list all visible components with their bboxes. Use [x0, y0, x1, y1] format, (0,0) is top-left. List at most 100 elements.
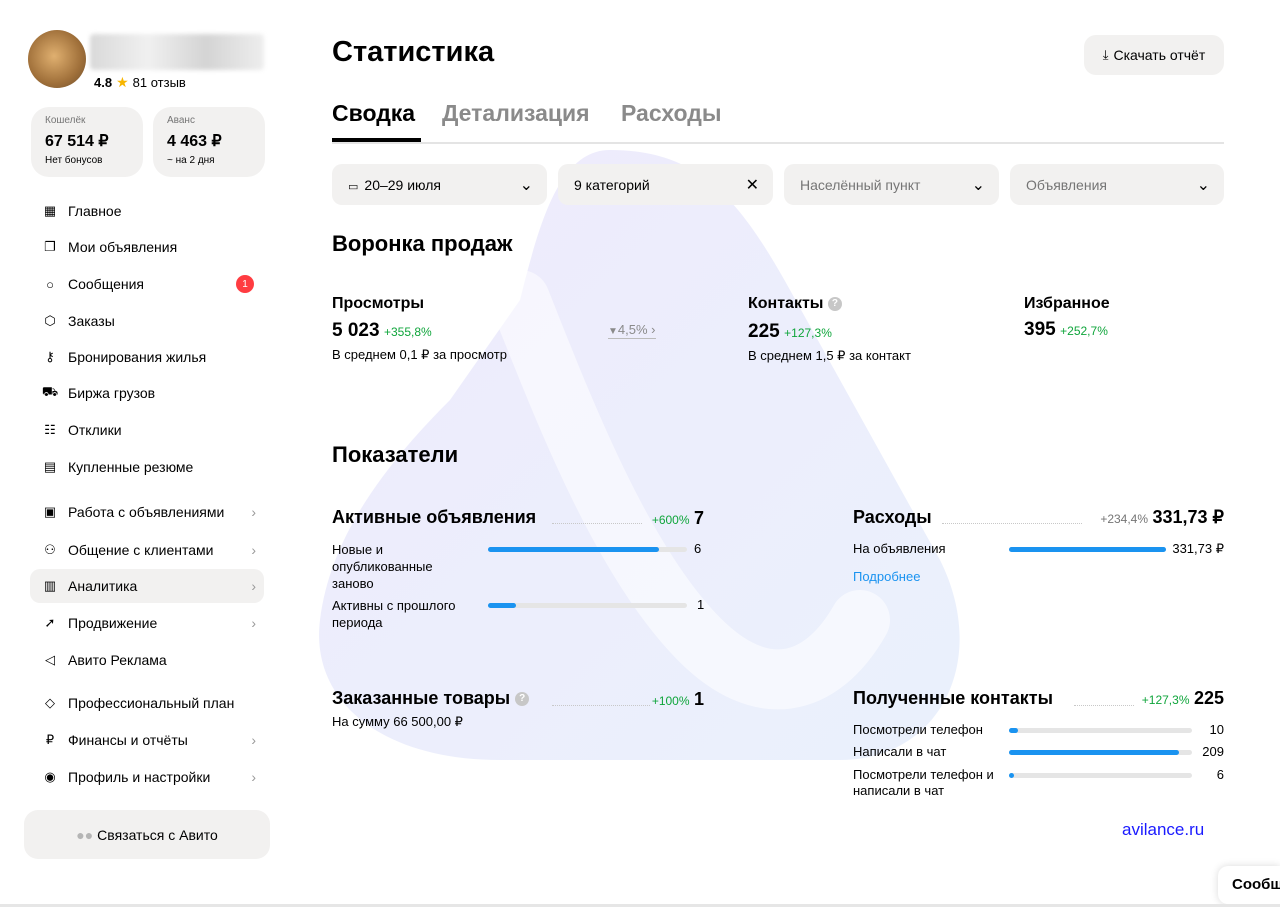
sidebar-item-orders[interactable]: ⬡ Заказы [30, 304, 264, 338]
download-report-button[interactable]: ⤓ Скачать отчёт [1084, 35, 1224, 75]
sidebar-item-profile[interactable]: ◉ Профиль и настройки › [30, 760, 264, 794]
tab-expenses[interactable]: Расходы [621, 100, 722, 127]
contact-avito-label: Связаться с Авито [97, 826, 218, 843]
calendar-icon: ▭ [348, 180, 359, 193]
dotted-leader [552, 704, 650, 706]
chevron-right-icon: › [647, 322, 656, 337]
sidebar-item-bought-resumes[interactable]: ▤ Купленные резюме [30, 450, 264, 484]
active-row-label: Активны с прошлого периода [332, 598, 456, 630]
categories-filter[interactable]: 9 категорий ✕ [558, 164, 773, 205]
active-row-value: 1 [697, 597, 705, 612]
views-change: +355,8% [384, 325, 432, 339]
received-row-value: 209 [1202, 744, 1224, 759]
sidebar-item-label: Сообщения [68, 276, 144, 292]
received-row-label: Написали в чат [853, 744, 947, 759]
messages-widget-button[interactable]: Сообщ [1218, 866, 1280, 904]
sidebar-item-label: Работа с объявлениями [68, 504, 225, 520]
tabs-bar: Сводка Детализация Расходы [332, 96, 1224, 144]
sidebar-item-label: Продвижение [68, 615, 158, 631]
listings-filter[interactable]: Объявления ⌄ [1010, 164, 1224, 205]
sidebar-item-main[interactable]: ▦ Главное [30, 194, 264, 228]
favorites-title: Избранное [1024, 295, 1110, 312]
user-circle-icon: ◉ [44, 769, 56, 784]
sidebar-item-label: Мои объявления [68, 239, 178, 255]
sidebar-item-label: Заказы [68, 313, 115, 329]
contacts-value-row: 225 +127,3% [748, 321, 832, 343]
views-value: 5 023 [332, 320, 380, 341]
unread-badge: 1 [236, 275, 254, 293]
sidebar-item-finance[interactable]: ₽ Финансы и отчёты › [30, 723, 264, 757]
help-icon[interactable]: ? [827, 296, 842, 311]
tab-summary[interactable]: Сводка [332, 100, 415, 127]
advance-label: Аванс [167, 115, 195, 126]
contacts-value: 225 [748, 321, 780, 342]
profile-name-blurred[interactable] [90, 34, 264, 70]
sidebar-item-listings-work[interactable]: ▣ Работа с объявлениями › [30, 495, 264, 529]
download-report-label: Скачать отчёт [1113, 47, 1206, 63]
sidebar-item-bookings[interactable]: ⚷ Бронирования жилья [30, 340, 264, 374]
dotted-leader [552, 522, 642, 524]
sidebar-item-avito-ads[interactable]: ◁ Авито Реклама [30, 643, 264, 677]
expenses-title: Расходы [853, 507, 932, 527]
date-filter-content: ▭ 20–29 июля [348, 177, 441, 193]
sidebar-item-pro-plan[interactable]: ◇ Профессиональный план [30, 686, 264, 720]
progress-bar-track [488, 547, 687, 552]
ordered-goods-value-row: +100% 1 [650, 689, 704, 710]
page-title: Статистика [332, 36, 495, 68]
sidebar-item-label: Профиль и настройки [68, 769, 211, 785]
received-contacts-title: Полученные контакты [853, 688, 1053, 708]
sidebar-item-cargo[interactable]: ⛟ Биржа грузов [30, 376, 264, 410]
advance-card[interactable]: Аванс 4 463 ₽ ~ на 2 дня [153, 107, 265, 177]
diamond-icon: ◇ [45, 695, 55, 710]
progress-bar-fill [488, 603, 516, 608]
active-listings-change: +600% [651, 513, 690, 527]
close-icon[interactable]: ✕ [746, 175, 759, 195]
expenses-more-link[interactable]: Подробнее [853, 569, 920, 584]
contacts-change: +127,3% [784, 326, 832, 340]
ordered-goods-note: На сумму 66 500,00 ₽ [332, 714, 463, 729]
sidebar-item-analytics[interactable]: ▥ Аналитика › [30, 569, 264, 603]
locality-filter-label: Населённый пункт [800, 176, 921, 193]
sidebar-item-clients[interactable]: ⚇ Общение с клиентами › [30, 533, 264, 567]
ruble-icon: ₽ [45, 732, 55, 747]
sidebar-item-promotion[interactable]: ➚ Продвижение › [30, 606, 264, 640]
funnel-icon: ▼ [608, 326, 618, 337]
date-filter[interactable]: ▭ 20–29 июля ⌄ [332, 164, 547, 205]
chevron-down-icon: ⌄ [1196, 176, 1210, 194]
progress-bar-track [1009, 547, 1166, 552]
sidebar-item-messages[interactable]: ○ Сообщения 1 [30, 267, 264, 301]
chat-bubble-icon: ○ [46, 276, 54, 292]
document-icon: ▤ [43, 459, 57, 474]
ordered-goods-title-row: Заказанные товары ? [332, 688, 530, 709]
sidebar-item-label: Главное [68, 203, 122, 219]
grid-icon: ▦ [43, 203, 57, 218]
wallet-card[interactable]: Кошелёк 67 514 ₽ Нет бонусов [31, 107, 143, 177]
help-icon[interactable]: ? [515, 692, 530, 707]
advance-sub: ~ на 2 дня [167, 155, 215, 166]
expenses-row-label: На объявления [853, 541, 946, 556]
dotted-leader [942, 522, 1082, 524]
advance-value: 4 463 ₽ [167, 133, 222, 150]
conversion-link[interactable]: ▼4,5% › [608, 322, 656, 339]
wallet-sub: Нет бонусов [45, 155, 103, 166]
bar-chart-icon: ▥ [43, 578, 57, 593]
sidebar-item-label: Бронирования жилья [68, 349, 207, 365]
progress-bar-track [488, 603, 687, 608]
sidebar-item-responses[interactable]: ☷ Отклики [30, 413, 264, 447]
sidebar-item-label: Авито Реклама [68, 652, 167, 668]
locality-filter[interactable]: Населённый пункт ⌄ [784, 164, 999, 205]
watermark-site-text: avilance.ru [1122, 820, 1205, 839]
tab-details[interactable]: Детализация [442, 100, 590, 127]
avito-dots-icon: ●● [76, 826, 94, 843]
contact-avito-button[interactable]: ●● Связаться с Авито [24, 810, 270, 859]
wallet-value: 67 514 ₽ [45, 133, 109, 150]
views-value-row: 5 023 +355,8% [332, 320, 432, 342]
avatar[interactable] [28, 30, 86, 88]
conversion-value: 4,5% [617, 322, 648, 337]
sidebar-item-my-listings[interactable]: ❐ Мои объявления [30, 230, 264, 264]
received-row-value: 6 [1216, 767, 1224, 782]
profile-rating[interactable]: 4.8 ★ 81 отзыв [94, 74, 186, 91]
expenses-value: 331,73 ₽ [1152, 507, 1224, 527]
messages-widget-label: Сообщ [1232, 876, 1280, 893]
funnel-title: Воронка продаж [332, 231, 513, 256]
